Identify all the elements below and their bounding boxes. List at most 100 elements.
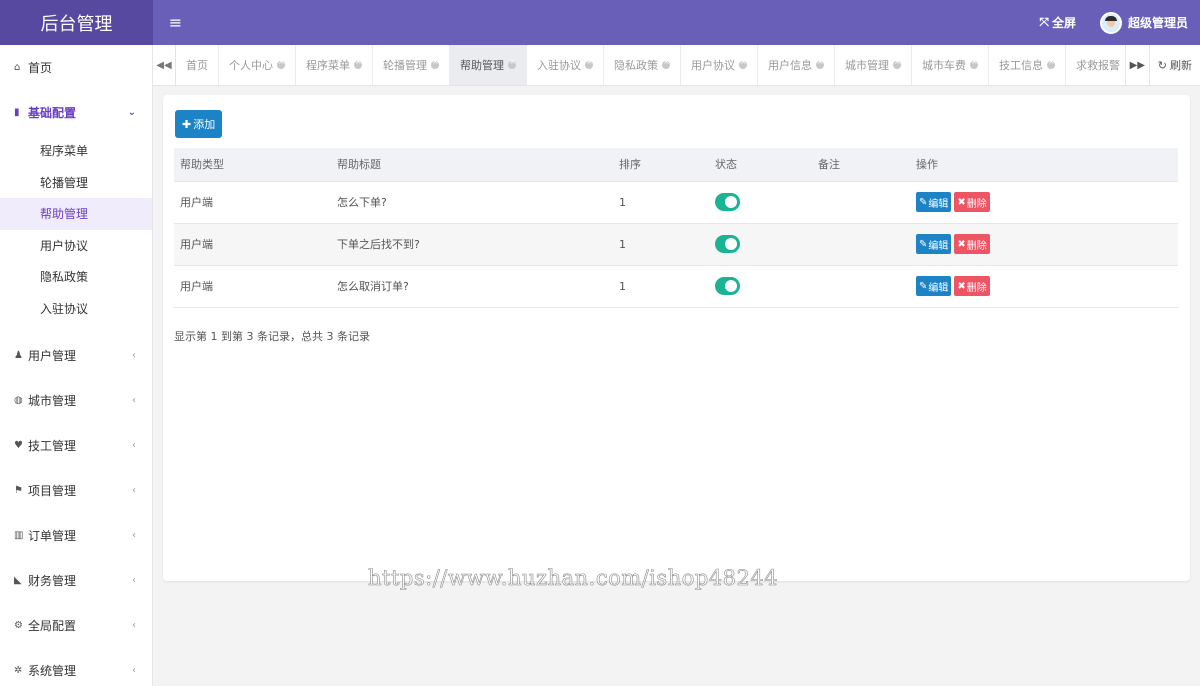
tab-privacy[interactable]: 隐私政策 bbox=[604, 45, 681, 85]
sidebar-subitem-privacy[interactable]: 隐私政策 bbox=[0, 261, 152, 293]
user-icon: ♟ bbox=[14, 350, 23, 361]
refresh-label: 刷新 bbox=[1170, 59, 1192, 72]
delete-button[interactable]: ✖ 删除 bbox=[954, 276, 990, 296]
column-header[interactable]: 状态 bbox=[709, 148, 812, 182]
tab-carousel[interactable]: 轮播管理 bbox=[373, 45, 450, 85]
edit-icon: ✎ bbox=[919, 280, 928, 292]
sidebar-item-finance[interactable]: ◣ 财务管理 ‹ bbox=[0, 558, 152, 603]
close-icon[interactable] bbox=[893, 57, 901, 69]
flag-icon: ⚑ bbox=[14, 485, 23, 496]
status-toggle[interactable] bbox=[715, 193, 740, 211]
sidebar-item-label: 全局配置 bbox=[28, 619, 77, 633]
fullscreen-button[interactable]: ⤧ 全屏 bbox=[1039, 14, 1076, 31]
tab-label: 求救报警 bbox=[1076, 59, 1120, 72]
tabs-right: ▶▶ ↻ 刷新 bbox=[1124, 45, 1200, 85]
close-icon[interactable] bbox=[277, 57, 285, 69]
close-icon[interactable] bbox=[816, 57, 824, 69]
chevron-down-icon: ⌄ bbox=[127, 107, 136, 118]
sidebar-item-system[interactable]: ✲ 系统管理 ‹ bbox=[0, 648, 152, 686]
cell-type: 用户端 bbox=[174, 265, 331, 308]
refresh-icon: ↻ bbox=[1157, 58, 1167, 72]
close-icon[interactable] bbox=[970, 57, 978, 69]
column-header[interactable]: 备注 bbox=[812, 148, 910, 182]
delete-button[interactable]: ✖ 删除 bbox=[954, 234, 990, 254]
close-icon[interactable] bbox=[1047, 57, 1055, 69]
delete-label: 删除 bbox=[966, 282, 987, 294]
avatar bbox=[1099, 11, 1122, 34]
sidebar-item-label: 技工管理 bbox=[28, 439, 77, 453]
tab-program-menu[interactable]: 程序菜单 bbox=[296, 45, 373, 85]
tab-label: 首页 bbox=[186, 59, 208, 72]
close-icon[interactable] bbox=[431, 57, 439, 69]
table-row: 用户端 怎么取消订单? 1 ✎ 编辑 ✖ 删除 bbox=[174, 265, 1178, 308]
tab-technician-info[interactable]: 技工信息 bbox=[989, 45, 1066, 85]
cell-type: 用户端 bbox=[174, 223, 331, 266]
delete-label: 删除 bbox=[966, 198, 987, 210]
delete-button[interactable]: ✖ 删除 bbox=[954, 192, 990, 212]
column-header[interactable]: 帮助标题 bbox=[331, 148, 613, 182]
sidebar-subitem-carousel[interactable]: 轮播管理 bbox=[0, 167, 152, 199]
help-table: 帮助类型 帮助标题 排序 状态 备注 操作 用户端 怎么下单? 1 ✎ 编辑 ✖ 删除… bbox=[174, 148, 1178, 308]
close-icon[interactable] bbox=[585, 57, 593, 69]
cell-status bbox=[709, 223, 812, 266]
sidebar-item-label: 财务管理 bbox=[28, 574, 77, 588]
cell-title: 怎么取消订单? bbox=[331, 265, 613, 308]
column-header[interactable]: 排序 bbox=[613, 148, 709, 182]
close-icon[interactable] bbox=[508, 57, 516, 69]
cell-status bbox=[709, 265, 812, 308]
tab-city[interactable]: 城市管理 bbox=[835, 45, 912, 85]
user-menu[interactable]: 超级管理员 bbox=[1099, 11, 1188, 34]
close-icon[interactable] bbox=[739, 57, 747, 69]
sidebar-item-global-config[interactable]: ⚙ 全局配置 ‹ bbox=[0, 603, 152, 648]
table-row: 用户端 怎么下单? 1 ✎ 编辑 ✖ 删除 bbox=[174, 181, 1178, 224]
edit-button[interactable]: ✎ 编辑 bbox=[916, 276, 952, 296]
sidebar-item-basic-config[interactable]: ▮ 基础配置 ⌄ bbox=[0, 90, 152, 135]
area-chart-icon: ◣ bbox=[14, 575, 22, 586]
globe-icon: ◍ bbox=[14, 395, 23, 406]
tab-profile[interactable]: 个人中心 bbox=[219, 45, 296, 85]
sidebar-item-project[interactable]: ⚑ 项目管理 ‹ bbox=[0, 468, 152, 513]
cell-actions: ✎ 编辑 ✖ 删除 bbox=[910, 265, 1178, 308]
tab-home[interactable]: 首页 bbox=[176, 45, 219, 85]
chevron-left-icon: ‹ bbox=[132, 620, 136, 631]
edit-button[interactable]: ✎ 编辑 bbox=[916, 234, 952, 254]
sidebar-item-home[interactable]: ⌂ 首页 bbox=[0, 45, 152, 90]
sidebar: ⌂ 首页 ▮ 基础配置 ⌄ 程序菜单 轮播管理 帮助管理 用户协议 隐私政策 入… bbox=[0, 45, 153, 686]
sidebar-subnav: 程序菜单 轮播管理 帮助管理 用户协议 隐私政策 入驻协议 bbox=[0, 135, 152, 324]
tab-label: 用户信息 bbox=[768, 59, 812, 72]
status-toggle[interactable] bbox=[715, 277, 740, 295]
sidebar-subitem-user-agreement[interactable]: 用户协议 bbox=[0, 230, 152, 262]
sidebar-subitem-settle-agreement[interactable]: 入驻协议 bbox=[0, 293, 152, 325]
close-icon[interactable] bbox=[354, 57, 362, 69]
refresh-button[interactable]: ↻ 刷新 bbox=[1148, 45, 1200, 85]
sidebar-subitem-help[interactable]: 帮助管理 bbox=[0, 198, 152, 230]
tab-settle-agreement[interactable]: 入驻协议 bbox=[527, 45, 604, 85]
sidebar-item-users[interactable]: ♟ 用户管理 ‹ bbox=[0, 333, 152, 378]
sidebar-item-label: 用户管理 bbox=[28, 349, 77, 363]
column-header[interactable]: 帮助类型 bbox=[174, 148, 331, 182]
tab-user-agreement[interactable]: 用户协议 bbox=[681, 45, 758, 85]
edit-button[interactable]: ✎ 编辑 bbox=[916, 192, 952, 212]
tabs-next-icon[interactable]: ▶▶ bbox=[1124, 45, 1149, 85]
column-header[interactable]: 操作 bbox=[910, 148, 1178, 182]
tab-label: 城市车费 bbox=[922, 59, 966, 72]
sidebar-item-order[interactable]: ▥ 订单管理 ‹ bbox=[0, 513, 152, 558]
add-button[interactable]: ✚ 添加 bbox=[175, 110, 223, 138]
close-icon[interactable] bbox=[662, 57, 670, 69]
tab-help[interactable]: 帮助管理 bbox=[450, 45, 527, 85]
status-toggle[interactable] bbox=[715, 235, 740, 253]
home-icon: ⌂ bbox=[14, 62, 21, 73]
hamburger-icon[interactable]: ≡ bbox=[153, 0, 198, 45]
sidebar-item-city[interactable]: ◍ 城市管理 ‹ bbox=[0, 378, 152, 423]
tab-city-fare[interactable]: 城市车费 bbox=[912, 45, 989, 85]
cell-actions: ✎ 编辑 ✖ 删除 bbox=[910, 223, 1178, 266]
sidebar-subitem-program-menu[interactable]: 程序菜单 bbox=[0, 135, 152, 167]
tab-sos[interactable]: 求救报警 bbox=[1066, 45, 1125, 85]
cell-remark bbox=[812, 265, 910, 308]
tabs-prev-icon[interactable]: ◀◀ bbox=[153, 45, 176, 85]
cell-type: 用户端 bbox=[174, 181, 331, 224]
sidebar-item-label: 订单管理 bbox=[28, 529, 77, 543]
tab-user-info[interactable]: 用户信息 bbox=[758, 45, 835, 85]
tab-label: 帮助管理 bbox=[460, 59, 504, 72]
sidebar-item-technician[interactable]: ♥ 技工管理 ‹ bbox=[0, 423, 152, 468]
